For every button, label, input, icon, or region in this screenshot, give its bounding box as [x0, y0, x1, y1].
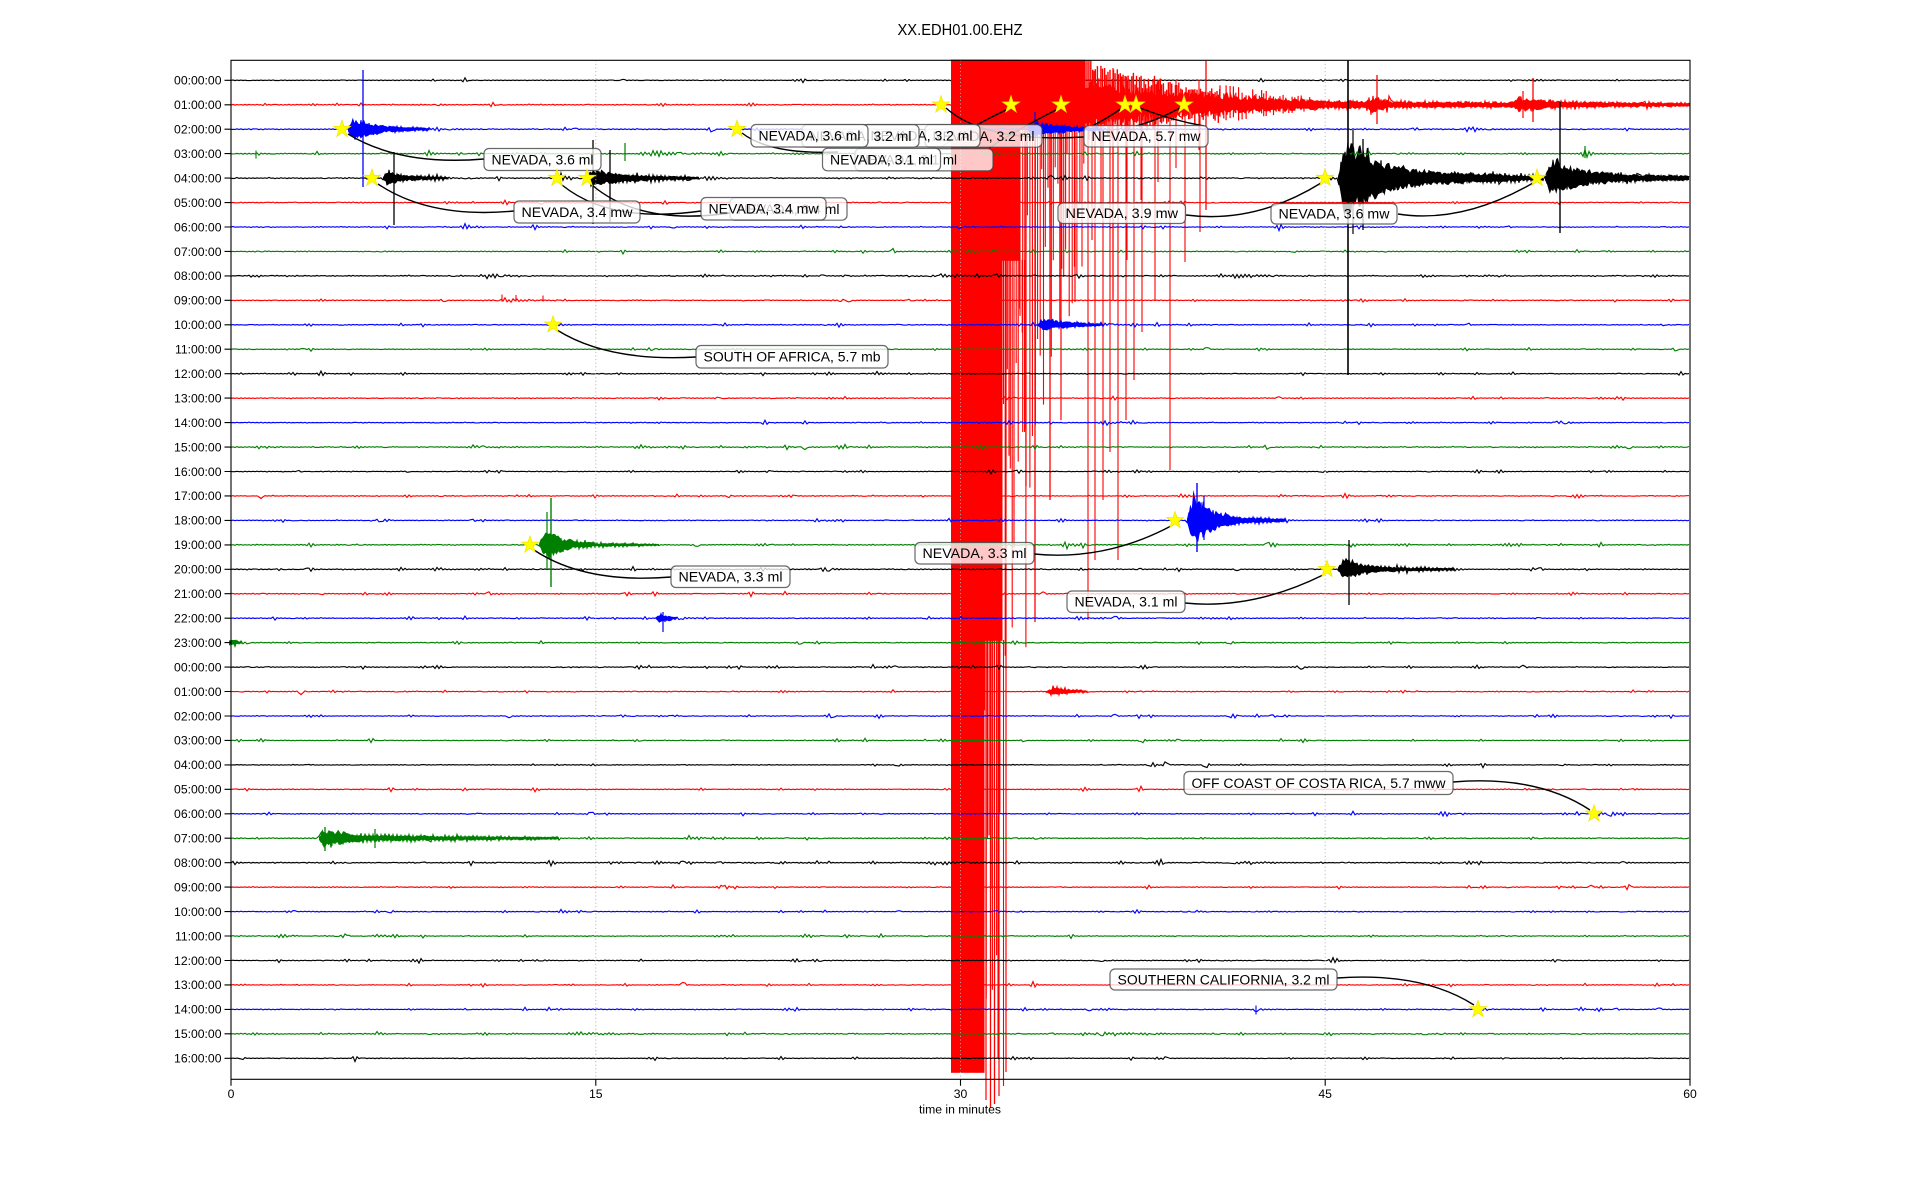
svg-text:08:00:00: 08:00:00: [174, 856, 222, 870]
svg-text:16:00:00: 16:00:00: [174, 465, 222, 479]
svg-text:45: 45: [1318, 1087, 1332, 1101]
svg-text:06:00:00: 06:00:00: [174, 220, 222, 234]
svg-text:02:00:00: 02:00:00: [174, 123, 222, 137]
svg-text:15:00:00: 15:00:00: [174, 1027, 222, 1041]
svg-text:04:00:00: 04:00:00: [174, 758, 222, 772]
svg-text:02:00:00: 02:00:00: [174, 709, 222, 723]
svg-text:12:00:00: 12:00:00: [174, 954, 222, 968]
svg-text:23:00:00: 23:00:00: [174, 636, 222, 650]
svg-text:11:00:00: 11:00:00: [175, 929, 222, 943]
svg-text:07:00:00: 07:00:00: [174, 245, 222, 259]
svg-text:time in minutes: time in minutes: [919, 1103, 1001, 1117]
svg-text:SOUTHERN CALIFORNIA, 3.2 ml: SOUTHERN CALIFORNIA, 3.2 ml: [1118, 972, 1330, 987]
svg-text:OFF COAST OF COSTA RICA, 5.7 m: OFF COAST OF COSTA RICA, 5.7 mww: [1192, 776, 1446, 791]
svg-text:14:00:00: 14:00:00: [174, 416, 222, 430]
svg-text:09:00:00: 09:00:00: [174, 880, 222, 894]
svg-text:04:00:00: 04:00:00: [174, 171, 222, 185]
svg-text:15: 15: [589, 1087, 603, 1101]
svg-text:16:00:00: 16:00:00: [174, 1052, 222, 1066]
svg-text:07:00:00: 07:00:00: [174, 832, 222, 846]
svg-text:18:00:00: 18:00:00: [174, 514, 222, 528]
svg-text:60: 60: [1683, 1087, 1697, 1101]
svg-text:0: 0: [228, 1087, 235, 1101]
svg-text:00:00:00: 00:00:00: [174, 74, 222, 88]
svg-text:22:00:00: 22:00:00: [174, 612, 222, 626]
svg-text:NEVADA, 3.6 ml: NEVADA, 3.6 ml: [492, 152, 594, 167]
svg-text:10:00:00: 10:00:00: [174, 905, 222, 919]
svg-text:NEVADA, 3.4 mw: NEVADA, 3.4 mw: [522, 205, 633, 220]
svg-text:08:00:00: 08:00:00: [174, 269, 222, 283]
svg-text:NEVADA, 3.3 ml: NEVADA, 3.3 ml: [679, 570, 783, 585]
svg-text:NEVADA, 3.4 mw: NEVADA, 3.4 mw: [709, 202, 819, 217]
svg-text:SOUTH OF AFRICA, 5.7 mb: SOUTH OF AFRICA, 5.7 mb: [704, 350, 881, 365]
svg-text:NEVADA, 3.3 ml: NEVADA, 3.3 ml: [923, 546, 1027, 561]
svg-text:00:00:00: 00:00:00: [174, 660, 222, 674]
svg-text:03:00:00: 03:00:00: [174, 734, 222, 748]
svg-text:05:00:00: 05:00:00: [174, 196, 222, 210]
svg-text:13:00:00: 13:00:00: [174, 978, 222, 992]
svg-text:10:00:00: 10:00:00: [174, 318, 222, 332]
svg-text:01:00:00: 01:00:00: [174, 685, 222, 699]
svg-text:NEVADA, 3.6 mw: NEVADA, 3.6 mw: [1279, 207, 1390, 222]
svg-text:21:00:00: 21:00:00: [174, 587, 222, 601]
svg-text:03:00:00: 03:00:00: [174, 147, 222, 161]
svg-text:19:00:00: 19:00:00: [174, 538, 222, 552]
svg-text:XX.EDH01.00.EHZ: XX.EDH01.00.EHZ: [898, 22, 1023, 39]
svg-text:NEVADA, 3.9 mw: NEVADA, 3.9 mw: [1066, 206, 1179, 221]
svg-text:NEVADA, 3.6 ml: NEVADA, 3.6 ml: [759, 129, 861, 144]
svg-text:14:00:00: 14:00:00: [174, 1003, 222, 1017]
svg-text:11:00:00: 11:00:00: [175, 343, 222, 357]
svg-text:NEVADA, 3.1 ml: NEVADA, 3.1 ml: [1075, 595, 1178, 610]
svg-text:01:00:00: 01:00:00: [174, 98, 222, 112]
svg-text:NEVADA, 5.7 mw: NEVADA, 5.7 mw: [1092, 129, 1201, 144]
svg-text:06:00:00: 06:00:00: [174, 807, 222, 821]
svg-text:17:00:00: 17:00:00: [174, 489, 222, 503]
svg-text:20:00:00: 20:00:00: [174, 563, 222, 577]
svg-text:13:00:00: 13:00:00: [174, 391, 222, 405]
svg-text:05:00:00: 05:00:00: [174, 783, 222, 797]
svg-text:NEVADA, 3.1 ml: NEVADA, 3.1 ml: [830, 152, 933, 167]
svg-text:09:00:00: 09:00:00: [174, 294, 222, 308]
svg-text:12:00:00: 12:00:00: [174, 367, 222, 381]
svg-text:15:00:00: 15:00:00: [174, 440, 222, 454]
svg-text:30: 30: [954, 1087, 968, 1101]
